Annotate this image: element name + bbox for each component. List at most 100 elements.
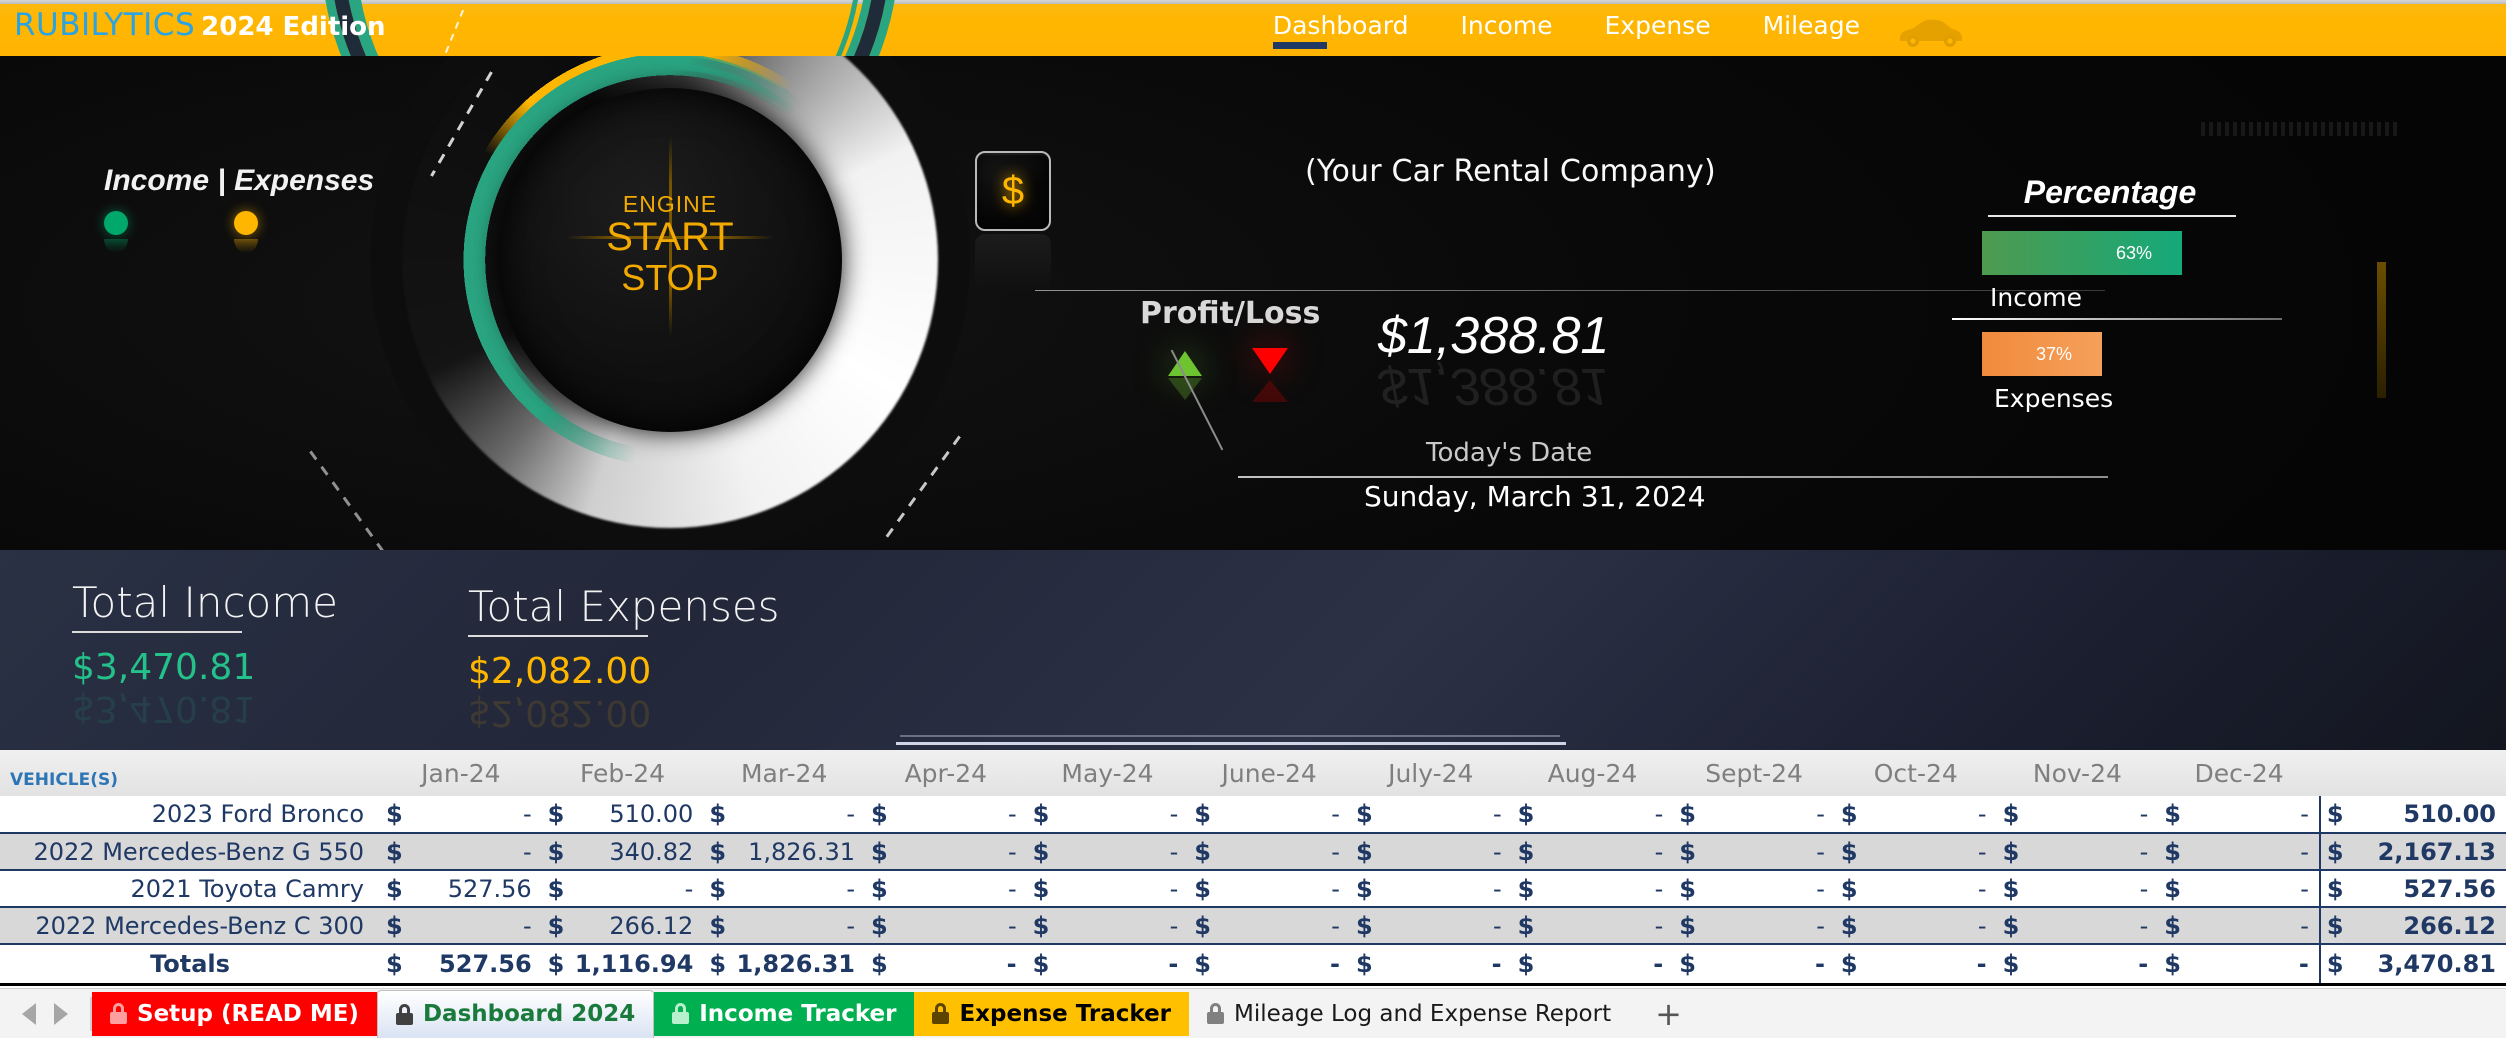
table-cell: $ - [1511,832,1674,871]
table-cell: $ - [1834,870,1997,907]
table-cell: $ - [1188,832,1350,871]
loss-down-arrow-reflection [1252,380,1288,402]
speedometer-gauge: ENGINE START STOP [366,56,974,550]
vehicle-name-cell: 2023 Ford Bronco [0,796,381,833]
sheet-tab-dashboard[interactable]: Dashboard 2024 [376,989,655,1038]
nav-item-expense[interactable]: Expense [1578,8,1736,45]
table-cell: $340.82 [541,832,704,871]
table-header-month-9: Sept-24 [1673,750,1835,796]
table-cell: $ - [1996,906,2159,945]
sheet-tab-dashboard-label: Dashboard 2024 [422,1001,636,1027]
table-header-month-10: Oct-24 [1834,750,1997,796]
table-cell: $ - [1834,906,1997,945]
sheet-tab-income-tracker[interactable]: Income Tracker [654,991,915,1036]
table-header-month-1: Jan-24 [380,750,542,796]
dollar-sign-icon: $ [1001,168,1025,213]
table-cell: $ - [864,943,1027,986]
sheet-tab-setup[interactable]: Setup (READ ME) [92,991,377,1036]
income-percentage-bar: 63% [1982,231,2182,275]
table-cell: $ - [1188,870,1350,907]
total-income-label: Total Income [72,578,338,627]
table-cell: $ - [1511,796,1674,833]
percentage-section-divider [1952,318,2282,320]
lock-icon [1207,1003,1225,1024]
dollar-key-reflection [975,234,1051,292]
table-cell: $ - [1026,870,1189,907]
table-cell: $ - [2158,832,2320,871]
table-cell: $ - [1673,870,1835,907]
table-cell: $ - [1511,870,1674,907]
total-income-divider [72,631,242,633]
table-row[interactable]: 2022 Mercedes-Benz G 550 $ - $340.82 $1,826.… [0,832,2506,871]
dollar-sign-icon-button[interactable]: $ [975,151,1051,231]
brand-edition: 2024 Edition [201,12,386,42]
nav-item-income[interactable]: Income [1434,8,1578,45]
next-sheet-icon[interactable] [54,1002,68,1025]
total-expenses-label: Total Expenses [468,582,780,631]
expenses-percentage-label: Expenses [1994,384,2114,413]
table-cell: $ - [864,870,1027,907]
table-row[interactable]: 2021 Toyota Camry $527.56 $ - $ - $ - $ - $ - $ - $ - $ -… [0,870,2506,907]
table-cell: $527.56 [2318,870,2506,907]
nav-item-dashboard[interactable]: Dashboard [1247,8,1435,49]
profit-loss-label: Profit/Loss [1140,296,1321,331]
table-cell: $527.56 [380,870,542,907]
income-expenses-legend-title: Income | Expenses [104,164,375,197]
table-row[interactable]: 2022 Mercedes-Benz C 300 $ - $266.12 $ - $ - $ - $… [0,906,2506,945]
table-cell: $ - [2158,943,2320,986]
legend-expense-dot-reflection [234,239,258,253]
table-cell: $ - [1834,943,1997,986]
engine-start-label: START [606,215,734,260]
table-cell: $ - [380,906,542,945]
table-cell: $1,116.94 [541,943,704,986]
expenses-percentage-bar: 37% [1982,332,2102,376]
legend-income-dot [104,211,128,235]
table-cell: $ - [1511,906,1674,945]
lock-icon [932,1003,950,1024]
table-cell: $266.12 [541,906,704,945]
table-cell: $510.00 [2318,796,2506,833]
table-header-month-12: Dec-24 [2158,750,2320,796]
sheet-tab-mileage-log-label: Mileage Log and Expense Report [1234,1000,1612,1027]
profit-loss-block: Profit/Loss [1140,296,1321,402]
nav-item-mileage[interactable]: Mileage [1737,8,1886,45]
engine-label: ENGINE [622,191,718,217]
previous-sheet-icon[interactable] [22,1002,36,1025]
table-cell: $ - [1349,943,1512,986]
engine-start-stop-button[interactable]: ENGINE START STOP [370,192,970,297]
sheet-tab-mileage-log[interactable]: Mileage Log and Expense Report [1189,992,1629,1036]
vehicle-name-cell: 2022 Mercedes-Benz G 550 [0,832,381,871]
sheet-tab-setup-label: Setup (READ ME) [137,1000,359,1027]
income-percentage-value: 63% [2115,242,2152,263]
table-cell: $ - [1349,906,1512,945]
vehicle-name-cell: 2021 Toyota Camry [0,870,381,907]
sheet-tab-expense-tracker[interactable]: Expense Tracker [914,991,1190,1036]
todays-date-divider [1238,476,2108,478]
table-cell: $ - [1673,943,1835,986]
table-cell: $ - [1188,943,1350,986]
application-root: RUBILYTICS 2024 Edition Dashboard Income … [0,0,2506,1038]
engine-stop-label: STOP [621,256,719,298]
loss-down-arrow-icon [1252,348,1288,374]
add-sheet-button[interactable]: + [1629,992,1708,1036]
table-row[interactable]: 2023 Ford Bronco $ - $510.00 $ - $ - $ - $ - $ - $ - $ - $… [0,796,2506,833]
percentage-title: Percentage [2023,174,2197,210]
table-header-month-7: July-24 [1349,750,1512,796]
table-cell: $1,826.31 [703,832,865,871]
total-expenses-value-reflection: $2,082.00 [468,692,652,733]
sheet-tab-bar: Setup (READ ME) Dashboard 2024 Income Tr… [0,988,2506,1038]
table-cell: $ - [1673,796,1835,833]
income-percentage-label: Income [1990,283,2082,312]
total-income-value: $3,470.81 [72,647,256,688]
table-cell: $1,826.31 [703,943,865,986]
horizontal-scrollbar-track[interactable] [900,735,1560,737]
brand-logo: RUBILYTICS 2024 Edition [14,7,386,43]
table-header-month-3: Mar-24 [703,750,865,796]
table-cell: $ - [1188,796,1350,833]
sheet-tab-income-tracker-label: Income Tracker [699,1000,897,1027]
table-body: 2023 Ford Bronco $ - $510.00 $ - $ - $ - $ - $ - $ - $ - $… [0,796,2506,986]
table-header-month-5: May-24 [1026,750,1189,796]
horizontal-scrollbar-thumb[interactable] [896,742,1566,745]
lock-icon [395,1003,413,1025]
table-cell: $ - [864,796,1027,833]
